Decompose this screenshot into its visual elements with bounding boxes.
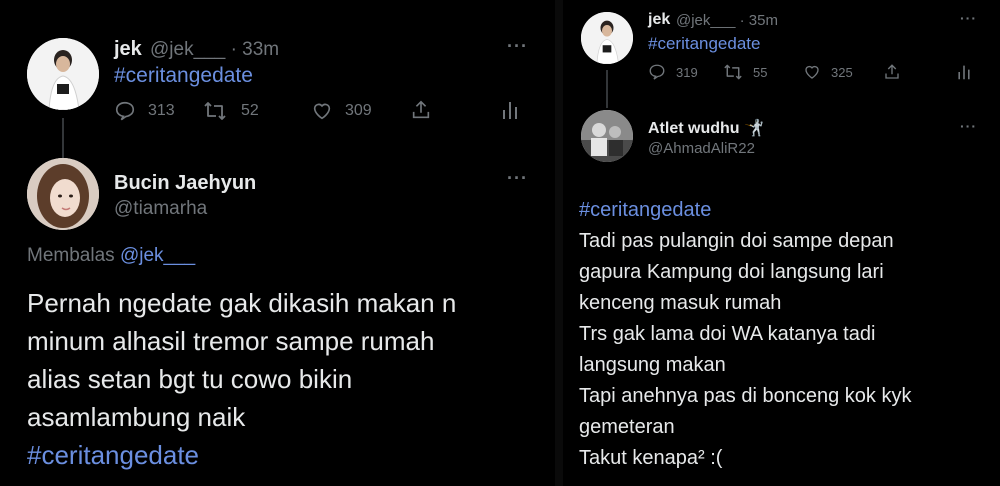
tweet-line: langsung makan (579, 354, 726, 376)
retweet-button[interactable]: 55 (723, 63, 767, 81)
like-count: 309 (345, 102, 372, 119)
share-icon (412, 100, 430, 119)
share-icon (885, 64, 899, 79)
retweet-count: 55 (753, 64, 768, 80)
divider (555, 0, 563, 486)
retweet-button[interactable]: 52 (203, 100, 259, 122)
thread-line (62, 118, 64, 158)
tweet-line: Trs gak lama doi WA katanya tadi (579, 323, 876, 345)
meta-separator: · (230, 39, 237, 60)
analytics-button[interactable] (956, 63, 972, 81)
more-icon[interactable]: ··· (960, 118, 977, 134)
retweet-icon (724, 64, 742, 80)
author-name[interactable]: Bucin Jaehyun (114, 172, 256, 195)
avatar-image (27, 158, 99, 230)
tweet-hashtag[interactable]: #ceritangedate (27, 436, 456, 474)
heart-icon (313, 103, 331, 120)
share-button[interactable] (883, 63, 901, 81)
reply-icon (649, 64, 665, 80)
author-handle[interactable]: @jek___ (150, 39, 225, 60)
tweet-line: minum alhasil tremor sampe rumah (27, 326, 435, 356)
avatar-image (581, 12, 633, 64)
tweet-line: asamlambung naik (27, 402, 246, 432)
author-handle[interactable]: @tiamarha (114, 198, 207, 220)
tweet-line: Takut kenapa² :( (579, 447, 723, 469)
tweet-line: Tadi pas pulangin doi sampe depan (579, 230, 894, 252)
analytics-icon (503, 102, 517, 119)
avatar-atlet[interactable] (581, 110, 633, 162)
avatar-bucin[interactable] (27, 158, 99, 230)
author-name[interactable]: jek (114, 38, 142, 61)
more-icon[interactable]: ··· (507, 168, 528, 189)
replying-label: Membalas (27, 245, 115, 266)
avatar-image (581, 110, 633, 162)
reply-icon (115, 101, 135, 121)
reply-button[interactable]: 319 (648, 63, 698, 81)
tweet-hashtag[interactable]: #ceritangedate (114, 64, 253, 88)
tweet-time[interactable]: 33m (242, 39, 279, 60)
right-screenshot: jek @jek___ · 35m ··· #ceritangedate 319… (563, 0, 1000, 486)
reply-count: 319 (676, 64, 698, 80)
tweet-line: alias setan bgt tu cowo bikin (27, 364, 353, 394)
tweet-hashtag[interactable]: #ceritangedate (579, 195, 911, 226)
tweet-line: gemeteran (579, 416, 675, 438)
avatar-image (27, 38, 99, 110)
replying-mention[interactable]: @jek___ (120, 245, 195, 266)
like-button[interactable]: 309 (311, 100, 372, 122)
reply-button[interactable]: 313 (114, 100, 175, 122)
tweet-hashtag[interactable]: #ceritangedate (648, 34, 760, 54)
tweet-meta: @jek___ · 33m (150, 39, 279, 61)
analytics-icon (958, 65, 970, 80)
author-handle[interactable]: @AhmadAliR22 (648, 140, 755, 157)
tweet-line: gapura Kampung doi langsung lari (579, 261, 884, 283)
tweet-line: kenceng masuk rumah (579, 292, 782, 314)
retweet-count: 52 (241, 102, 259, 119)
retweet-icon (204, 102, 226, 120)
author-name[interactable]: Atlet wudhu 🤺 (648, 118, 764, 138)
author-handle[interactable]: @jek___ (676, 12, 735, 29)
meta-separator: · (739, 12, 745, 29)
left-screenshot: jek @jek___ · 33m ··· #ceritangedate 313… (0, 0, 555, 486)
tweet-line: Tapi anehnya pas di bonceng kok kyk (579, 385, 912, 407)
tweet-meta: @jek___ · 35m (676, 12, 778, 29)
heart-icon (805, 65, 819, 79)
tweet-body: Pernah ngedate gak dikasih makan n minum… (27, 284, 456, 474)
share-button[interactable] (410, 99, 432, 121)
tweet-line: Pernah ngedate gak dikasih makan n (27, 288, 457, 318)
tweet-body: #ceritangedate Tadi pas pulangin doi sam… (579, 195, 911, 474)
reply-count: 313 (148, 102, 175, 119)
avatar-jek[interactable] (27, 38, 99, 110)
author-name[interactable]: jek (648, 11, 670, 29)
replying-to: Membalas @jek___ (27, 245, 195, 267)
fencer-emoji: 🤺 (744, 120, 764, 137)
more-icon[interactable]: ··· (960, 10, 977, 26)
like-count: 325 (831, 64, 853, 80)
tweet-time[interactable]: 35m (749, 12, 778, 29)
like-button[interactable]: 325 (803, 63, 853, 81)
avatar-jek[interactable] (581, 12, 633, 64)
thread-line (606, 70, 608, 108)
analytics-button[interactable] (500, 99, 520, 121)
author-name-text: Atlet wudhu (648, 120, 740, 137)
more-icon[interactable]: ··· (507, 36, 528, 57)
